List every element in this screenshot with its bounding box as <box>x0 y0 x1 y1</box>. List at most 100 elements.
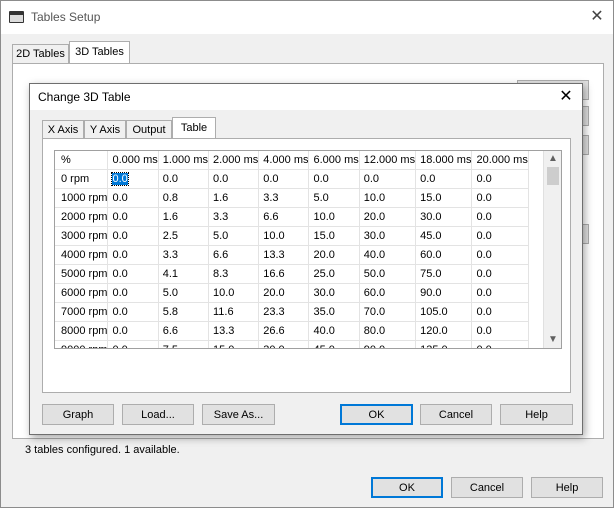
table-cell[interactable]: 7.5 <box>158 340 209 348</box>
table-cell[interactable]: 30.0 <box>359 226 417 246</box>
table-cell[interactable]: 0.8 <box>158 188 209 208</box>
table-cell[interactable]: 40.0 <box>308 321 360 341</box>
row-header[interactable]: 0 rpm <box>55 169 109 189</box>
column-header[interactable]: 0.000 ms <box>107 151 159 170</box>
table-cell[interactable]: 90.0 <box>415 283 473 303</box>
table-cell[interactable]: 8.3 <box>208 264 260 284</box>
table-cell[interactable]: 35.0 <box>308 302 360 322</box>
table-cell[interactable]: 0.0 <box>107 226 159 246</box>
graph-button[interactable]: Graph <box>42 404 114 425</box>
table-cell[interactable]: 0.0 <box>258 169 310 189</box>
table-cell[interactable]: 1.6 <box>208 188 260 208</box>
table-cell[interactable]: 0.0 <box>471 245 529 265</box>
dialog-help-button[interactable]: Help <box>500 404 573 425</box>
table-cell[interactable]: 6.6 <box>208 245 260 265</box>
table-cell[interactable]: 6.6 <box>158 321 209 341</box>
scroll-thumb[interactable] <box>547 167 559 185</box>
save-as-button[interactable]: Save As... <box>202 404 275 425</box>
table-cell[interactable]: 4.1 <box>158 264 209 284</box>
table-cell[interactable]: 75.0 <box>415 264 473 284</box>
row-header[interactable]: 5000 rpm <box>55 264 109 284</box>
row-header[interactable]: 4000 rpm <box>55 245 109 265</box>
table-cell[interactable]: 5.8 <box>158 302 209 322</box>
table-cell[interactable]: 0.0 <box>415 169 473 189</box>
table-cell[interactable]: 70.0 <box>359 302 417 322</box>
dialog-ok-button[interactable]: OK <box>340 404 413 425</box>
table-cell[interactable]: 0.0 <box>471 226 529 246</box>
table-cell[interactable]: 0.0 <box>471 207 529 227</box>
column-header[interactable]: 4.000 ms <box>258 151 310 170</box>
table-cell[interactable]: 50.0 <box>359 264 417 284</box>
tab-output[interactable]: Output <box>126 120 172 139</box>
table-cell[interactable]: 0.0 <box>107 245 159 265</box>
table-cell[interactable]: 20.0 <box>359 207 417 227</box>
table-cell[interactable]: 10.0 <box>359 188 417 208</box>
table-cell[interactable]: 5.0 <box>158 283 209 303</box>
table-cell[interactable]: 6.6 <box>258 207 310 227</box>
table-cell[interactable]: 13.3 <box>258 245 310 265</box>
table-cell[interactable]: 0.0 <box>107 283 159 303</box>
table-cell[interactable]: 15.0 <box>308 226 360 246</box>
vertical-scrollbar[interactable]: ▲ ▼ <box>543 151 561 348</box>
table-cell[interactable]: 0.0 <box>308 169 360 189</box>
scroll-up-icon[interactable]: ▲ <box>544 151 561 167</box>
table-cell[interactable]: 0.0 <box>107 207 159 227</box>
table-cell[interactable]: 120.0 <box>415 321 473 341</box>
table-cell[interactable]: 45.0 <box>308 340 360 348</box>
column-header[interactable]: 6.000 ms <box>308 151 360 170</box>
table-cell[interactable]: 2.5 <box>158 226 209 246</box>
tab-2d-tables[interactable]: 2D Tables <box>12 44 69 64</box>
dialog-cancel-button[interactable]: Cancel <box>420 404 492 425</box>
row-header[interactable]: 8000 rpm <box>55 321 109 341</box>
outer-help-button[interactable]: Help <box>531 477 603 498</box>
row-header[interactable]: 1000 rpm <box>55 188 109 208</box>
table-cell[interactable]: 0.0 <box>471 302 529 322</box>
table-cell[interactable]: 11.6 <box>208 302 260 322</box>
table-cell[interactable]: 30.0 <box>308 283 360 303</box>
table-cell[interactable]: 20.0 <box>308 245 360 265</box>
row-header[interactable]: 6000 rpm <box>55 283 109 303</box>
table-cell[interactable]: 13.3 <box>208 321 260 341</box>
table-cell[interactable]: 16.6 <box>258 264 310 284</box>
row-header[interactable]: 7000 rpm <box>55 302 109 322</box>
column-header[interactable]: 12.000 ms <box>359 151 417 170</box>
table-cell[interactable]: 0.0 <box>471 264 529 284</box>
dialog-close-icon[interactable]: ✕ <box>555 86 577 108</box>
table-cell[interactable]: 0.0 <box>471 340 529 348</box>
column-header[interactable]: 18.000 ms <box>415 151 473 170</box>
table-cell[interactable]: 0.0 <box>471 321 529 341</box>
scroll-down-icon[interactable]: ▼ <box>544 332 561 348</box>
table-cell[interactable]: 5.0 <box>208 226 260 246</box>
table-cell[interactable]: 3.3 <box>208 207 260 227</box>
table-cell[interactable]: 90.0 <box>359 340 417 348</box>
table-cell[interactable]: 0.0 <box>471 188 529 208</box>
table-grid[interactable]: % 0.000 ms 1.000 ms 2.000 ms 4.000 ms 6.… <box>54 150 562 349</box>
table-cell[interactable]: 15.0 <box>415 188 473 208</box>
table-cell[interactable]: 105.0 <box>415 302 473 322</box>
table-cell[interactable]: 0.0 <box>158 169 209 189</box>
table-cell[interactable]: 3.3 <box>258 188 310 208</box>
table-cell[interactable]: 1.6 <box>158 207 209 227</box>
column-header[interactable]: 2.000 ms <box>208 151 260 170</box>
table-cell[interactable]: 3.3 <box>158 245 209 265</box>
column-header[interactable]: 20.000 ms <box>471 151 529 170</box>
table-cell[interactable]: 10.0 <box>308 207 360 227</box>
outer-ok-button[interactable]: OK <box>371 477 443 498</box>
outer-cancel-button[interactable]: Cancel <box>451 477 523 498</box>
table-cell[interactable]: 23.3 <box>258 302 310 322</box>
table-cell[interactable]: 80.0 <box>359 321 417 341</box>
row-header[interactable]: 9000 rpm <box>55 340 109 348</box>
table-cell[interactable]: 45.0 <box>415 226 473 246</box>
close-icon[interactable]: ✕ <box>586 7 608 29</box>
table-cell[interactable]: 10.0 <box>258 226 310 246</box>
table-cell[interactable]: 0.0 <box>471 169 529 189</box>
table-cell[interactable]: 0.0 <box>107 321 159 341</box>
table-cell[interactable]: 0.0 <box>107 264 159 284</box>
tab-table[interactable]: Table <box>172 117 216 139</box>
table-cell[interactable]: 0.0 <box>107 340 159 348</box>
load-button[interactable]: Load... <box>122 404 194 425</box>
tab-y-axis[interactable]: Y Axis <box>84 120 126 139</box>
table-cell[interactable]: 60.0 <box>359 283 417 303</box>
table-cell[interactable]: 0.0 <box>359 169 417 189</box>
table-cell[interactable]: 26.6 <box>258 321 310 341</box>
